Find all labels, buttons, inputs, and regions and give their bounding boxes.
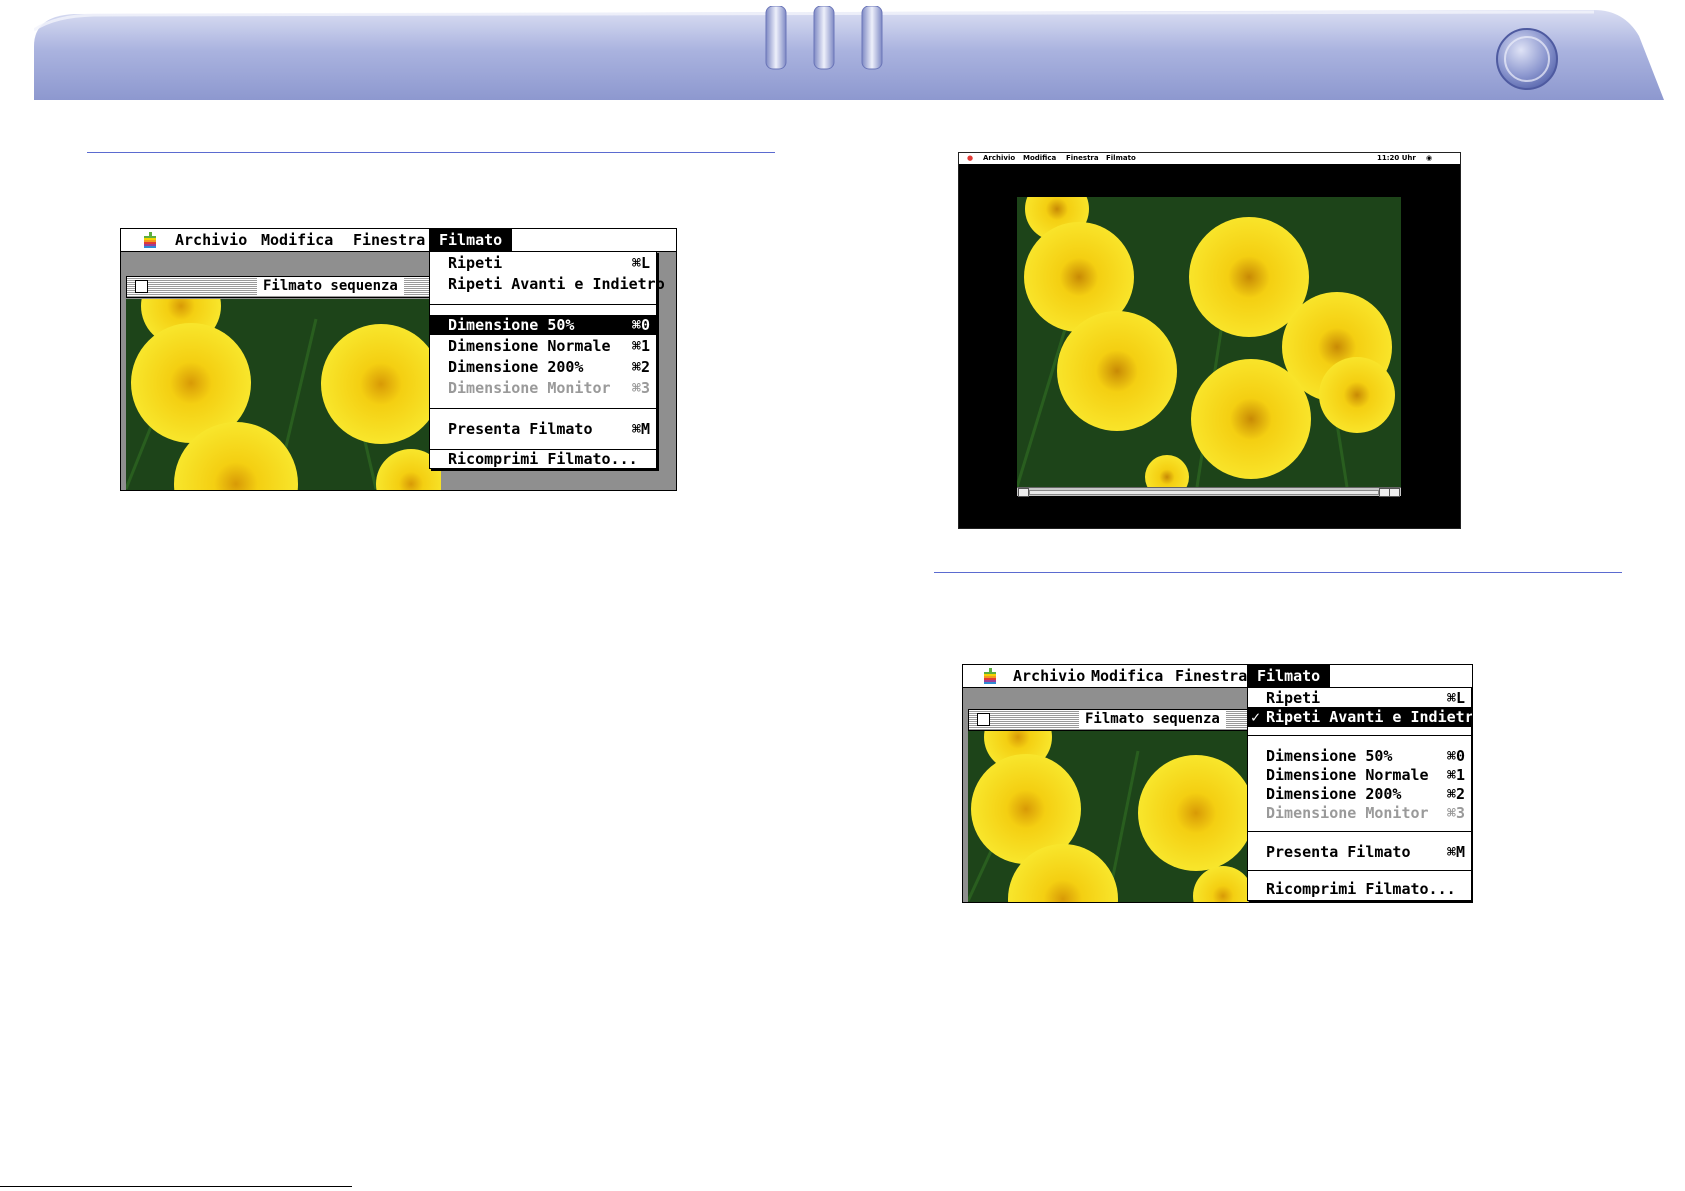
screenshot-menu-dimensione: Archivio Modifica Finestra Filmato Filma… — [120, 228, 677, 491]
menu-finestra[interactable]: Finestra — [1175, 667, 1247, 685]
movie-frame — [968, 731, 1248, 902]
movie-frame — [1017, 197, 1401, 487]
menu-item-presenta-filmato[interactable]: Presenta Filmato ⌘M — [1248, 842, 1471, 862]
menu-separator — [430, 304, 656, 305]
step-forward-button[interactable] — [1389, 488, 1400, 497]
menu-item-ripeti-avanti-indietro[interactable]: ✓ Ripeti Avanti e Indietro — [1248, 707, 1472, 727]
apple-icon[interactable]: ● — [967, 153, 973, 164]
menu-filmato[interactable]: Filmato — [429, 229, 513, 251]
menu-filmato[interactable]: Filmato — [1247, 665, 1331, 687]
filmato-dropdown-menu: Ripeti ⌘L ✓ Ripeti Avanti e Indietro Dimen… — [1247, 687, 1472, 901]
menu-item-dimensione-normale[interactable]: Dimensione Normale ⌘1 — [430, 336, 656, 356]
app-switcher-icon[interactable]: ◉ — [1426, 153, 1432, 164]
window-title: Filmato sequenza — [1079, 711, 1226, 728]
menu-separator — [1248, 831, 1471, 832]
footnote-rule — [0, 1186, 352, 1187]
movie-controller[interactable] — [1017, 487, 1401, 497]
apple-icon[interactable] — [141, 231, 159, 253]
menu-archivio[interactable]: Archivio — [1013, 667, 1085, 685]
menu-item-dimensione-monitor: Dimensione Monitor ⌘3 — [448, 379, 650, 397]
menu-archivio[interactable]: Archivio — [983, 153, 1015, 164]
menu-item-ricomprimi-filmato[interactable]: Ricomprimi Filmato... — [1248, 879, 1471, 899]
movie-frame — [126, 299, 441, 490]
menu-item-dimensione-200[interactable]: Dimensione 200% ⌘2 — [430, 357, 656, 377]
filmato-dropdown-menu: Ripeti ⌘L Ripeti Avanti e Indietro Dimens… — [429, 251, 665, 469]
movie-progress-slider[interactable] — [1029, 490, 1379, 495]
menu-item-dimensione-normale[interactable]: Dimensione Normale ⌘1 — [1248, 765, 1471, 785]
window-title-bar[interactable]: Filmato sequenza — [968, 709, 1260, 731]
menu-item-ripeti-avanti-indietro[interactable]: Ripeti Avanti e Indietro — [430, 274, 665, 294]
screenshot-fullscreen-movie: ● Archivio Modifica Finestra Filmato 11:… — [958, 152, 1461, 529]
play-button[interactable] — [1018, 488, 1029, 497]
menu-archivio[interactable]: Archivio — [175, 231, 247, 249]
window-title-bar[interactable]: Filmato sequenza — [126, 276, 448, 298]
check-mark-icon: ✓ — [1251, 708, 1261, 726]
menu-item-presenta-filmato[interactable]: Presenta Filmato ⌘M — [430, 419, 656, 439]
menu-finestra[interactable]: Finestra — [353, 231, 425, 249]
menu-item-dimensione-50[interactable]: Dimensione 50% ⌘0 — [1248, 746, 1471, 766]
menu-filmato[interactable]: Filmato — [1106, 153, 1136, 164]
menu-separator — [1248, 870, 1471, 871]
close-box-icon[interactable] — [977, 713, 990, 726]
menu-separator — [430, 408, 656, 409]
close-box-icon[interactable] — [135, 280, 148, 293]
menu-bar: Archivio Modifica Finestra Filmato — [121, 229, 676, 252]
menu-bar: Archivio Modifica Finestra Filmato — [963, 665, 1472, 688]
menu-item-ripeti[interactable]: Ripeti ⌘L — [430, 253, 656, 273]
clock: 11:20 Uhr — [1377, 154, 1416, 162]
apple-icon[interactable] — [981, 667, 999, 689]
menu-modifica[interactable]: Modifica — [1091, 667, 1163, 685]
menu-item-dimensione-50[interactable]: Dimensione 50% ⌘0 — [430, 315, 656, 335]
window-title: Filmato sequenza — [257, 278, 404, 295]
menu-item-dimensione-monitor: Dimensione Monitor ⌘3 — [1266, 804, 1465, 822]
menu-bar: ● Archivio Modifica Finestra Filmato 11:… — [959, 153, 1460, 165]
menu-modifica[interactable]: Modifica — [1023, 153, 1056, 164]
menu-finestra[interactable]: Finestra — [1066, 153, 1099, 164]
menu-separator — [1248, 735, 1471, 736]
menu-item-dimensione-200[interactable]: Dimensione 200% ⌘2 — [1248, 784, 1471, 804]
menu-item-ripeti[interactable]: Ripeti ⌘L — [1248, 688, 1471, 708]
menu-modifica[interactable]: Modifica — [261, 231, 333, 249]
menu-item-ricomprimi-filmato[interactable]: Ricomprimi Filmato... — [430, 448, 656, 468]
page-header-bar — [34, 6, 1664, 100]
section-rule-right — [934, 572, 1622, 573]
screenshot-menu-ripeti: Archivio Modifica Finestra Filmato Filma… — [962, 664, 1473, 903]
section-rule-left — [87, 152, 775, 153]
